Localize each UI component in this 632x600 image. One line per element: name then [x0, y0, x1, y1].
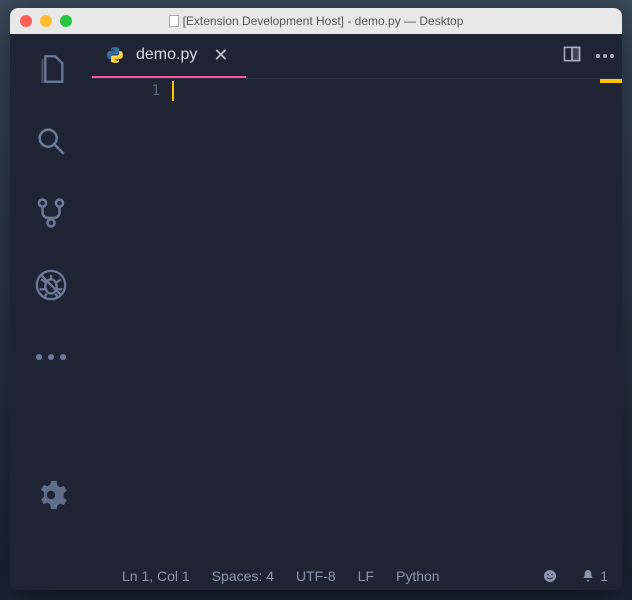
debug-icon[interactable]: [34, 268, 68, 302]
gutter: 1: [92, 79, 172, 562]
status-bar: Ln 1, Col 1 Spaces: 4 UTF-8 LF Python 1: [10, 562, 622, 590]
tab-label: demo.py: [136, 46, 197, 64]
feedback-icon[interactable]: [542, 568, 558, 584]
editor-group: demo.py ✕ 1: [92, 34, 622, 562]
titlebar[interactable]: [Extension Development Host] - demo.py —…: [10, 8, 622, 34]
app-window: [Extension Development Host] - demo.py —…: [10, 8, 622, 590]
end-of-line[interactable]: LF: [358, 568, 374, 584]
window-body: demo.py ✕ 1: [10, 34, 622, 562]
cursor: [172, 81, 174, 101]
minimize-window-button[interactable]: [40, 15, 52, 27]
close-window-button[interactable]: [20, 15, 32, 27]
language-mode[interactable]: Python: [396, 568, 440, 584]
cursor-position[interactable]: Ln 1, Col 1: [122, 568, 190, 584]
split-editor-icon[interactable]: [562, 44, 582, 69]
editor[interactable]: 1: [92, 78, 622, 562]
overview-ruler-mark: [600, 79, 622, 83]
window-title: [Extension Development Host] - demo.py —…: [10, 14, 622, 28]
file-icon: [169, 15, 179, 27]
activity-bar: [10, 34, 92, 562]
close-tab-icon[interactable]: ✕: [209, 45, 232, 66]
settings-gear-icon[interactable]: [34, 478, 68, 512]
indentation[interactable]: Spaces: 4: [212, 568, 274, 584]
fullscreen-window-button[interactable]: [60, 15, 72, 27]
more-views-icon[interactable]: [34, 340, 68, 374]
tab-demo-py[interactable]: demo.py ✕: [92, 34, 246, 78]
encoding[interactable]: UTF-8: [296, 568, 336, 584]
source-control-icon[interactable]: [34, 196, 68, 230]
explorer-icon[interactable]: [34, 52, 68, 86]
bell-icon: [580, 568, 596, 584]
notifications[interactable]: 1: [580, 568, 608, 584]
traffic-lights: [20, 15, 72, 27]
python-icon: [106, 46, 124, 64]
line-number: 1: [92, 83, 160, 99]
search-icon[interactable]: [34, 124, 68, 158]
more-actions-icon[interactable]: [596, 54, 614, 58]
tabs-bar: demo.py ✕: [92, 34, 622, 78]
